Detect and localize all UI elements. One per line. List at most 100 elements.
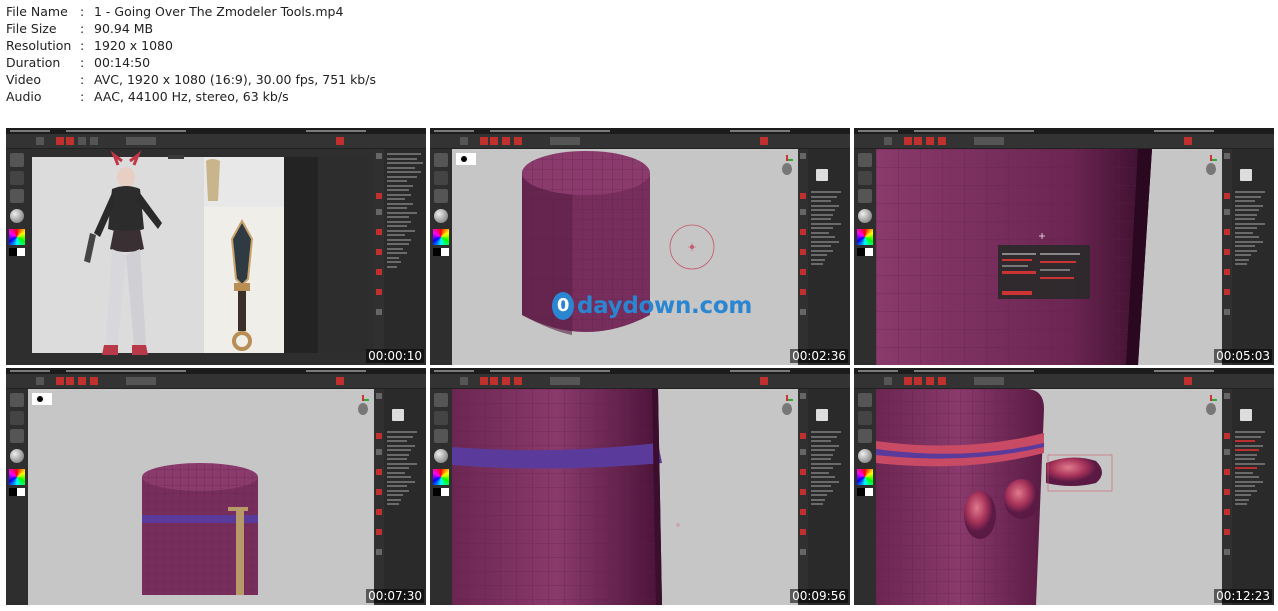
alpha-icon[interactable]	[858, 429, 872, 443]
material-sphere-icon[interactable]	[858, 449, 872, 463]
subtool-list[interactable]	[1235, 431, 1272, 508]
subtool-list[interactable]	[811, 191, 848, 268]
thumbnail-2[interactable]: 0 daydown.com 00:02:36	[430, 128, 850, 365]
material-sphere-icon[interactable]	[10, 209, 24, 223]
info-row-filename: File Name:1 - Going Over The Zmodeler To…	[6, 3, 376, 20]
color-picker-icon[interactable]	[433, 229, 449, 245]
color-picker-icon[interactable]	[9, 229, 25, 245]
app-toolbar	[6, 134, 426, 149]
left-shelf	[430, 149, 452, 365]
stroke-icon[interactable]	[10, 171, 24, 185]
color-picker-icon[interactable]	[857, 469, 873, 485]
orientation-gizmo-icon[interactable]	[1204, 395, 1218, 417]
brush-icon[interactable]	[858, 153, 872, 167]
info-value: AVC, 1920 x 1080 (16:9), 30.00 fps, 751 …	[94, 72, 376, 87]
material-sphere-icon[interactable]	[858, 209, 872, 223]
orientation-gizmo-icon[interactable]	[780, 155, 794, 177]
alpha-icon[interactable]	[10, 429, 24, 443]
alpha-icon[interactable]	[10, 189, 24, 203]
info-separator: :	[80, 4, 85, 19]
mesh-canvas	[142, 463, 258, 595]
color-swatch-icon[interactable]	[9, 248, 25, 256]
thumbnail-1[interactable]: 00:00:10	[6, 128, 426, 365]
left-shelf	[854, 389, 876, 605]
info-value: 00:14:50	[94, 55, 151, 70]
info-value: AAC, 44100 Hz, stereo, 63 kb/s	[94, 89, 289, 104]
brush-icon[interactable]	[10, 393, 24, 407]
alpha-icon[interactable]	[434, 429, 448, 443]
right-tray	[374, 149, 426, 365]
info-row-audio: Audio: AAC, 44100 Hz, stereo, 63 kb/s	[6, 88, 376, 105]
info-row-filesize: File Size:90.94 MB	[6, 20, 376, 37]
subtool-list[interactable]	[387, 153, 424, 270]
watermark-logo-icon: 0	[552, 292, 574, 320]
left-shelf	[854, 149, 876, 365]
tool-cube-icon[interactable]	[1240, 169, 1252, 181]
timestamp: 00:02:36	[790, 349, 848, 363]
right-tray	[798, 149, 850, 365]
info-key: Audio	[6, 89, 42, 104]
right-tray	[798, 389, 850, 605]
color-picker-icon[interactable]	[857, 229, 873, 245]
info-separator: :	[80, 89, 85, 104]
brush-icon[interactable]	[434, 393, 448, 407]
mesh-canvas	[452, 389, 680, 605]
app-toolbar	[854, 374, 1274, 389]
watermark: 0 daydown.com	[552, 292, 752, 320]
info-separator: :	[80, 38, 85, 53]
stroke-icon[interactable]	[434, 411, 448, 425]
timestamp: 00:12:23	[1214, 589, 1272, 603]
tool-cube-icon[interactable]	[392, 409, 404, 421]
viewport[interactable]	[28, 149, 374, 365]
subtool-list[interactable]	[1235, 191, 1272, 268]
info-value: 1920 x 1080	[94, 38, 173, 53]
subtool-list[interactable]	[811, 431, 848, 508]
mesh-canvas	[522, 151, 715, 335]
stroke-icon[interactable]	[434, 171, 448, 185]
info-separator: :	[80, 55, 85, 70]
mesh-canvas	[876, 149, 1152, 365]
left-shelf	[430, 389, 452, 605]
thumbnail-5[interactable]: 00:09:56	[430, 368, 850, 605]
color-swatch-icon[interactable]	[857, 248, 873, 256]
color-picker-icon[interactable]	[433, 469, 449, 485]
info-separator: :	[80, 72, 85, 87]
alpha-icon[interactable]	[858, 189, 872, 203]
viewport[interactable]	[452, 389, 798, 605]
alpha-icon[interactable]	[434, 189, 448, 203]
color-swatch-icon[interactable]	[857, 488, 873, 496]
info-key: Duration	[6, 55, 61, 70]
color-swatch-icon[interactable]	[9, 488, 25, 496]
viewport[interactable]: 0 daydown.com	[452, 149, 798, 365]
thumbnail-4[interactable]: 00:07:30	[6, 368, 426, 605]
timestamp: 00:05:03	[1214, 349, 1272, 363]
viewport[interactable]	[876, 389, 1222, 605]
tool-cube-icon[interactable]	[816, 169, 828, 181]
brush-icon[interactable]	[858, 393, 872, 407]
stroke-icon[interactable]	[858, 171, 872, 185]
thumbnail-6[interactable]: 00:12:23	[854, 368, 1274, 605]
color-swatch-icon[interactable]	[433, 248, 449, 256]
viewport[interactable]	[28, 389, 374, 605]
right-tray	[1222, 389, 1274, 605]
material-sphere-icon[interactable]	[434, 449, 448, 463]
orientation-gizmo-icon[interactable]	[356, 395, 370, 417]
stroke-icon[interactable]	[858, 411, 872, 425]
material-sphere-icon[interactable]	[434, 209, 448, 223]
brush-icon[interactable]	[434, 153, 448, 167]
left-shelf	[6, 389, 28, 605]
stroke-icon[interactable]	[10, 411, 24, 425]
viewport[interactable]	[876, 149, 1222, 365]
orientation-gizmo-icon[interactable]	[1204, 155, 1218, 177]
material-sphere-icon[interactable]	[10, 449, 24, 463]
color-picker-icon[interactable]	[9, 469, 25, 485]
tool-cube-icon[interactable]	[1240, 409, 1252, 421]
brush-icon[interactable]	[10, 153, 24, 167]
tool-cube-icon[interactable]	[816, 409, 828, 421]
watermark-text: daydown.com	[577, 293, 752, 319]
thumbnail-3[interactable]: 00:05:03	[854, 128, 1274, 365]
color-swatch-icon[interactable]	[433, 488, 449, 496]
reference-canvas	[32, 150, 368, 355]
orientation-gizmo-icon[interactable]	[780, 395, 794, 417]
subtool-list[interactable]	[387, 431, 424, 508]
